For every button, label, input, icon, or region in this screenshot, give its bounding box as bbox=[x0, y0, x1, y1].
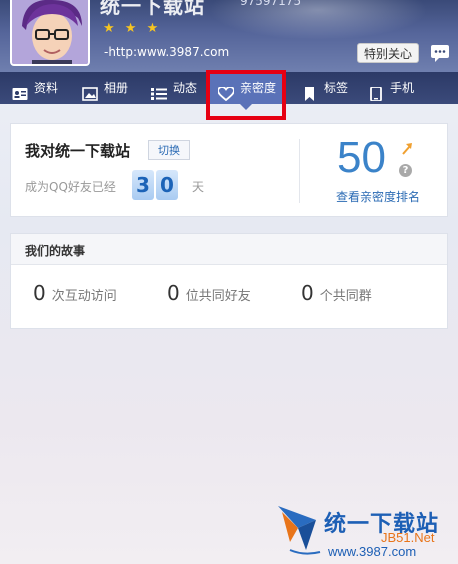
watermark-site: www.3987.com bbox=[328, 544, 417, 559]
days-unit: 天 bbox=[192, 180, 205, 194]
tab-feed[interactable]: 动态 bbox=[151, 72, 211, 104]
special-care-button[interactable]: 特别关心 bbox=[357, 43, 419, 63]
intimacy-rank-link[interactable]: 查看亲密度排名 bbox=[336, 188, 420, 205]
stat-number: 0 bbox=[301, 281, 314, 305]
story-heading: 我们的故事 bbox=[25, 244, 86, 258]
bookmark-icon bbox=[302, 81, 318, 101]
intimacy-title: 我对统一下载站 bbox=[25, 142, 131, 160]
avatar[interactable] bbox=[10, 0, 90, 66]
qq-number: 97597175 bbox=[240, 0, 302, 8]
watermark-jb51: JB51.Net bbox=[381, 530, 434, 545]
days-digit: 3 bbox=[132, 170, 154, 200]
stat-number: 0 bbox=[33, 281, 46, 305]
level-stars: ★ ★ ★ bbox=[103, 21, 162, 36]
watermark-logo-icon bbox=[278, 506, 321, 555]
tab-mobile[interactable]: 手机 bbox=[368, 72, 428, 104]
switch-button[interactable]: 切换 bbox=[148, 140, 190, 160]
profile-card-icon bbox=[12, 81, 28, 100]
card-divider bbox=[299, 139, 300, 203]
chat-bubble-icon[interactable] bbox=[430, 43, 450, 63]
intimacy-score: 50 bbox=[337, 133, 386, 182]
help-icon[interactable]: ? bbox=[399, 164, 412, 177]
stat-label: 次互动访问 bbox=[51, 289, 117, 304]
tab-tags[interactable]: 标签 bbox=[302, 72, 362, 104]
tab-profile[interactable]: 资料 bbox=[12, 72, 72, 104]
site-watermark: 统一下载站 JB51.Net www.3987.com bbox=[276, 500, 458, 564]
stat-label: 个共同群 bbox=[319, 289, 372, 304]
tab-label: 标签 bbox=[324, 81, 349, 95]
days-digit: 0 bbox=[156, 170, 178, 200]
profile-name: 统一下载站 bbox=[100, 0, 205, 18]
photo-album-icon bbox=[82, 81, 98, 101]
friend-duration-label: 成为QQ好友已经 bbox=[25, 180, 116, 194]
annotation-highlight-box bbox=[206, 70, 286, 120]
stat-label: 位共同好友 bbox=[185, 289, 251, 304]
mobile-phone-icon bbox=[368, 81, 384, 102]
tab-label: 资料 bbox=[34, 81, 59, 95]
rising-arrow-icon bbox=[401, 142, 413, 156]
intimacy-card: 我对统一下载站 切换 成为QQ好友已经 3 0 天 50 ? 查看亲密度排名 bbox=[10, 123, 448, 217]
interaction-visits-stat: 0 次互动访问 bbox=[33, 281, 117, 305]
tab-label: 相册 bbox=[104, 81, 129, 95]
tab-label: 动态 bbox=[173, 81, 198, 95]
mutual-friends-stat[interactable]: 0 位共同好友 bbox=[167, 281, 251, 305]
watermark-jb51-text: JB51.Net bbox=[381, 530, 435, 545]
our-story-card: 我们的故事 0 次互动访问 0 位共同好友 0 个共同群 bbox=[10, 233, 448, 329]
feed-list-icon bbox=[151, 81, 167, 100]
mutual-groups-stat[interactable]: 0 个共同群 bbox=[301, 281, 372, 305]
profile-signature: -http:www.3987.com bbox=[104, 45, 230, 59]
story-header: 我们的故事 bbox=[11, 234, 447, 265]
stat-number: 0 bbox=[167, 281, 180, 305]
tab-label: 手机 bbox=[390, 81, 415, 95]
tab-album[interactable]: 相册 bbox=[82, 72, 142, 104]
profile-header: 统一下载站 97597175 ★ ★ ★ -http:www.3987.com … bbox=[0, 0, 458, 72]
